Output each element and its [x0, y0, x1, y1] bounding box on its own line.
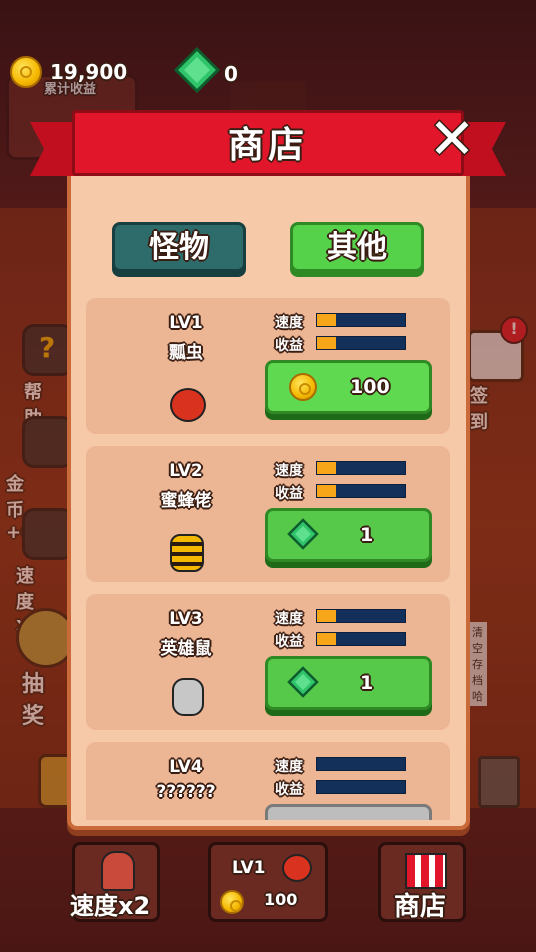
income-label: 收益	[275, 634, 303, 650]
income-bar	[316, 336, 406, 350]
item-name: 蜜蜂佬	[160, 491, 212, 511]
speed-label: 速度	[275, 463, 303, 479]
clear-save-label[interactable]: 清空存档哈	[468, 622, 487, 706]
gem-icon	[287, 518, 319, 550]
lottery-label: 抽奖	[22, 672, 45, 729]
speed-label: 速度	[275, 759, 303, 775]
item-name: 英雄鼠	[160, 639, 212, 659]
speed-bar	[316, 757, 406, 771]
bee-icon	[170, 534, 204, 572]
coin-icon	[289, 373, 317, 401]
gem-icon	[287, 666, 319, 698]
close-icon[interactable]: ✕	[424, 110, 480, 170]
ladybug-icon	[170, 388, 206, 422]
speed-bar	[316, 461, 406, 475]
question-icon: ?	[39, 331, 56, 364]
coin-icon	[10, 56, 42, 88]
buy-button-lv4[interactable]	[265, 804, 432, 820]
income-label: 收益	[275, 338, 303, 354]
speed-bar	[316, 609, 406, 623]
buy-level: LV1	[232, 858, 266, 878]
income-bar	[316, 484, 406, 498]
item-name: 瓢虫	[169, 343, 203, 363]
shop-label: 商店	[394, 892, 447, 922]
income-label: 收益	[275, 486, 303, 502]
item-level: LV3	[169, 609, 203, 629]
rocket-icon	[101, 851, 135, 891]
speed-label: 速度	[275, 611, 303, 627]
alert-badge: !	[500, 316, 528, 344]
ladybug-icon	[282, 854, 312, 882]
store-icon	[405, 853, 447, 889]
item4-clip: LV4 ?????? 速度 收益	[86, 742, 450, 820]
speed-x2-label: 速度x2	[70, 892, 151, 920]
gem-count: 0	[224, 62, 238, 86]
item-level: LV4	[169, 757, 203, 777]
speed-label: 速度	[275, 315, 303, 331]
income-label: 收益	[275, 782, 303, 798]
castle-silhouette	[230, 82, 306, 112]
tab-other[interactable]: 其他	[290, 222, 424, 272]
shop-title: 商店	[227, 125, 308, 166]
checkin-label: 签 到	[470, 386, 488, 433]
income-bar	[316, 780, 406, 794]
item-name: ??????	[156, 782, 216, 802]
coin-icon	[220, 890, 244, 914]
coin-count: 19,900	[50, 60, 128, 84]
gem-icon	[174, 47, 220, 93]
income-bar	[316, 632, 406, 646]
item-level: LV2	[169, 461, 203, 481]
price: 1	[360, 524, 374, 546]
price: 100	[350, 376, 390, 398]
mouse-icon	[172, 678, 204, 716]
price: 1	[360, 672, 374, 694]
item-level: LV1	[169, 313, 203, 333]
buy-price: 100	[264, 890, 298, 909]
trash-icon[interactable]	[478, 756, 520, 808]
speed-bar	[316, 313, 406, 327]
tab-monster[interactable]: 怪物	[112, 222, 246, 272]
